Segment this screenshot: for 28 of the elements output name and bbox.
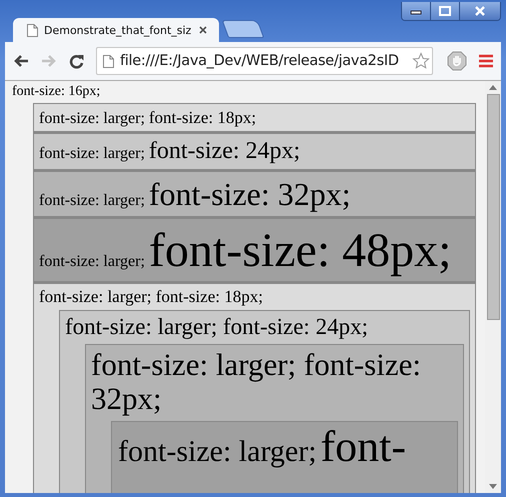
- back-icon[interactable]: [13, 54, 29, 68]
- scroll-down-icon[interactable]: [489, 484, 497, 489]
- star-icon[interactable]: [412, 52, 430, 70]
- page-icon: [103, 54, 114, 68]
- box-text: font-size: larger; font-size: 24px;: [39, 138, 302, 166]
- close-button[interactable]: [459, 2, 500, 20]
- box-text: font-size: larger; font-size: 24px;: [65, 314, 369, 340]
- page-text: font-size: 16px;: [12, 84, 102, 100]
- browser-tab[interactable]: Demonstrate_that_font_siz: [13, 18, 219, 42]
- hand-stop-icon[interactable]: [447, 51, 467, 71]
- box-text: font-size: larger;font-size: 32px;: [39, 176, 352, 213]
- box-text: font-size: larger;font-size: 48px;: [39, 222, 452, 278]
- scroll-thumb[interactable]: [486, 94, 500, 320]
- close-icon[interactable]: [199, 26, 207, 34]
- minimize-button[interactable]: [402, 2, 430, 20]
- address-bar[interactable]: file:///E:/Java_Dev/WEB/release/java2sID: [96, 47, 433, 75]
- page-icon: [27, 24, 38, 36]
- close-icon: [474, 6, 486, 16]
- new-tab-button[interactable]: [222, 20, 264, 38]
- menu-icon[interactable]: [479, 54, 493, 68]
- box-text: font-size: larger; font-size: 18px;: [39, 286, 264, 306]
- reload-icon[interactable]: [69, 54, 84, 68]
- maximize-icon: [439, 6, 451, 16]
- box-text: font-size: larger; font-size: 18px;: [39, 108, 258, 128]
- scroll-up-icon[interactable]: [489, 85, 497, 90]
- box-text: font-size: larger;font-: [118, 425, 408, 470]
- maximize-button[interactable]: [430, 2, 459, 20]
- box-text: font-size: larger; font-size: 32px;: [91, 348, 422, 418]
